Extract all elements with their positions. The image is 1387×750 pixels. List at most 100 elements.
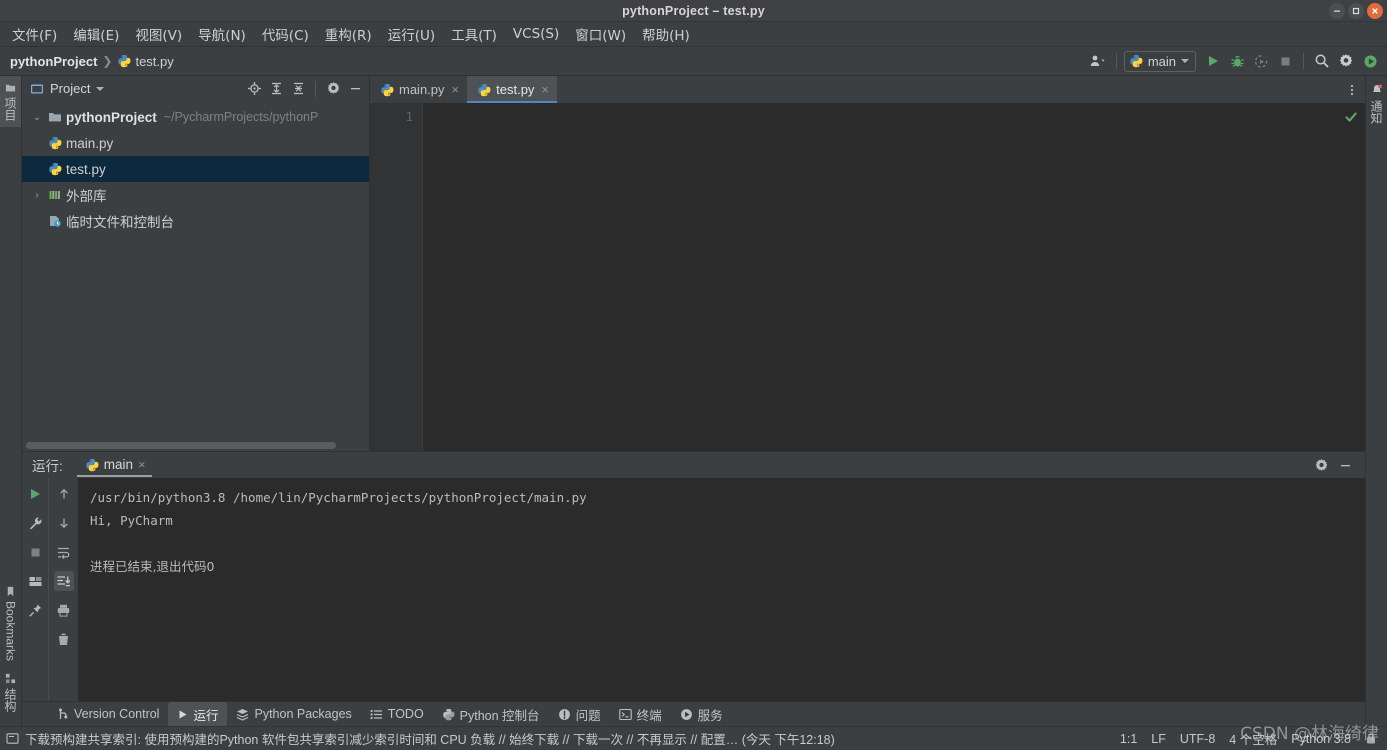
bottom-item-run[interactable]: 运行: [168, 701, 228, 727]
run-actions-toolbar: [22, 478, 48, 701]
tab-main-py[interactable]: main.py ×: [370, 76, 467, 103]
gutter-divider: [422, 103, 423, 451]
edit-configuration-button[interactable]: [25, 513, 45, 533]
bookmark-icon: [5, 586, 16, 597]
gear-icon[interactable]: [323, 79, 343, 99]
locate-file-icon[interactable]: [244, 79, 264, 99]
editor-main: 1: [370, 103, 1365, 451]
search-icon[interactable]: [1311, 50, 1333, 72]
menu-refactor[interactable]: 重构(R): [317, 21, 380, 47]
packages-icon: [236, 708, 249, 721]
chevron-down-icon[interactable]: [96, 86, 105, 91]
tree-row[interactable]: 临时文件和控制台: [22, 208, 369, 234]
soft-wrap-button[interactable]: [54, 542, 74, 562]
run-icon[interactable]: [1202, 50, 1224, 72]
previous-occurrence-button[interactable]: [54, 484, 74, 504]
chevron-right-icon[interactable]: ›: [30, 190, 44, 201]
gear-icon[interactable]: [1335, 50, 1357, 72]
event-log-icon[interactable]: [6, 732, 19, 745]
menu-edit[interactable]: 编辑(E): [65, 21, 127, 47]
run-tab-main[interactable]: main ×: [76, 455, 152, 477]
menu-tools[interactable]: 工具(T): [443, 21, 505, 47]
close-icon[interactable]: ×: [452, 82, 460, 97]
breadcrumb-project[interactable]: pythonProject: [10, 54, 97, 69]
layout-settings-button[interactable]: [25, 571, 45, 591]
inspections-ok-checkmark[interactable]: [1343, 109, 1359, 125]
clear-all-button[interactable]: [54, 629, 74, 649]
project-panel-title: Project: [50, 81, 91, 96]
tab-test-py[interactable]: test.py ×: [467, 76, 558, 103]
tree-row[interactable]: test.py: [22, 156, 369, 182]
collapse-all-icon[interactable]: [288, 79, 308, 99]
navigation-bar: pythonProject ❯ test.py main: [0, 47, 1387, 76]
maximize-button[interactable]: [1348, 3, 1364, 19]
expand-all-icon[interactable]: [266, 79, 286, 99]
chevron-down-icon[interactable]: ⌄: [30, 112, 44, 123]
more-options-icon[interactable]: [1345, 82, 1359, 98]
line-separator[interactable]: LF: [1151, 732, 1166, 746]
stop-button[interactable]: [25, 542, 45, 562]
minimize-button[interactable]: [1329, 3, 1345, 19]
menu-help[interactable]: 帮助(H): [634, 21, 698, 47]
bottom-item-terminal[interactable]: 终端: [610, 702, 671, 727]
todo-list-icon: [370, 708, 383, 721]
print-button[interactable]: [54, 600, 74, 620]
menu-file[interactable]: 文件(F): [4, 21, 65, 47]
bottom-item-version-control[interactable]: Version Control: [48, 704, 168, 724]
tree-item-label: pythonProject: [66, 109, 157, 125]
bottom-item-python-packages[interactable]: Python Packages: [227, 704, 360, 724]
tree-row[interactable]: ⌄ pythonProject ~/PycharmProjects/python…: [22, 104, 369, 130]
menu-code[interactable]: 代码(C): [254, 21, 317, 47]
close-button[interactable]: [1367, 3, 1383, 19]
bottom-item-label: 终端: [636, 708, 662, 723]
user-account-icon[interactable]: [1087, 50, 1109, 72]
status-notification-message[interactable]: 下载预构建共享索引: 使用预构建的Python 软件包共享索引减少索引时间和 C…: [25, 729, 835, 748]
menu-navigate[interactable]: 导航(N): [190, 21, 254, 47]
editor-text-area[interactable]: [422, 103, 1365, 451]
hide-icon[interactable]: [1335, 455, 1355, 475]
rerun-button[interactable]: [25, 484, 45, 504]
bottom-item-python-console[interactable]: Python 控制台: [433, 702, 549, 727]
run-configuration-selector[interactable]: main: [1123, 50, 1196, 72]
menu-view[interactable]: 视图(V): [127, 21, 190, 47]
ide-update-icon[interactable]: [1359, 50, 1381, 72]
caret-position[interactable]: 1:1: [1120, 732, 1137, 746]
next-occurrence-button[interactable]: [54, 513, 74, 533]
close-icon[interactable]: ×: [541, 82, 549, 97]
bottom-item-services[interactable]: 服务: [671, 702, 732, 727]
file-encoding[interactable]: UTF-8: [1180, 732, 1215, 746]
python-interpreter[interactable]: Python 3.8: [1291, 732, 1351, 746]
tree-row[interactable]: main.py: [22, 130, 369, 156]
external-libraries-icon: [48, 188, 62, 202]
sidebar-item-project[interactable]: 项目: [0, 76, 21, 127]
bottom-item-problems[interactable]: 问题: [549, 702, 610, 727]
breadcrumb-file[interactable]: test.py: [135, 54, 173, 69]
pin-tab-button[interactable]: [25, 600, 45, 620]
title-bar: pythonProject – test.py: [0, 0, 1387, 22]
editor-tab-options[interactable]: [1345, 76, 1365, 103]
debug-icon[interactable]: [1226, 50, 1248, 72]
scroll-to-end-button[interactable]: [53, 571, 74, 591]
menu-run[interactable]: 运行(U): [380, 21, 443, 47]
close-icon[interactable]: ×: [138, 457, 146, 472]
tree-row[interactable]: › 外部库: [22, 182, 369, 208]
read-only-lock-icon[interactable]: [1365, 732, 1377, 745]
right-tool-strip: 通知: [1365, 76, 1387, 726]
run-with-coverage-icon[interactable]: [1250, 50, 1272, 72]
hide-icon[interactable]: [345, 79, 365, 99]
scrollbar-thumb[interactable]: [26, 442, 336, 449]
sidebar-item-bookmarks[interactable]: Bookmarks: [2, 580, 20, 667]
sidebar-item-structure[interactable]: 结构: [0, 667, 21, 718]
menu-window[interactable]: 窗口(W): [567, 21, 634, 47]
bottom-item-todo[interactable]: TODO: [361, 704, 433, 724]
console-output[interactable]: /usr/bin/python3.8 /home/lin/PycharmProj…: [78, 478, 1365, 701]
menu-vcs[interactable]: VCS(S): [505, 23, 567, 45]
gear-icon[interactable]: [1311, 455, 1331, 475]
project-panel-tools: [244, 79, 365, 99]
project-panel-horizontal-scrollbar[interactable]: [22, 440, 369, 451]
indent-setting[interactable]: 4 个空格: [1229, 729, 1277, 748]
bottom-item-label: 运行: [193, 708, 219, 723]
sidebar-item-notifications[interactable]: 通知: [1366, 80, 1387, 130]
stop-icon[interactable]: [1274, 50, 1296, 72]
run-window-body: /usr/bin/python3.8 /home/lin/PycharmProj…: [22, 478, 1365, 701]
